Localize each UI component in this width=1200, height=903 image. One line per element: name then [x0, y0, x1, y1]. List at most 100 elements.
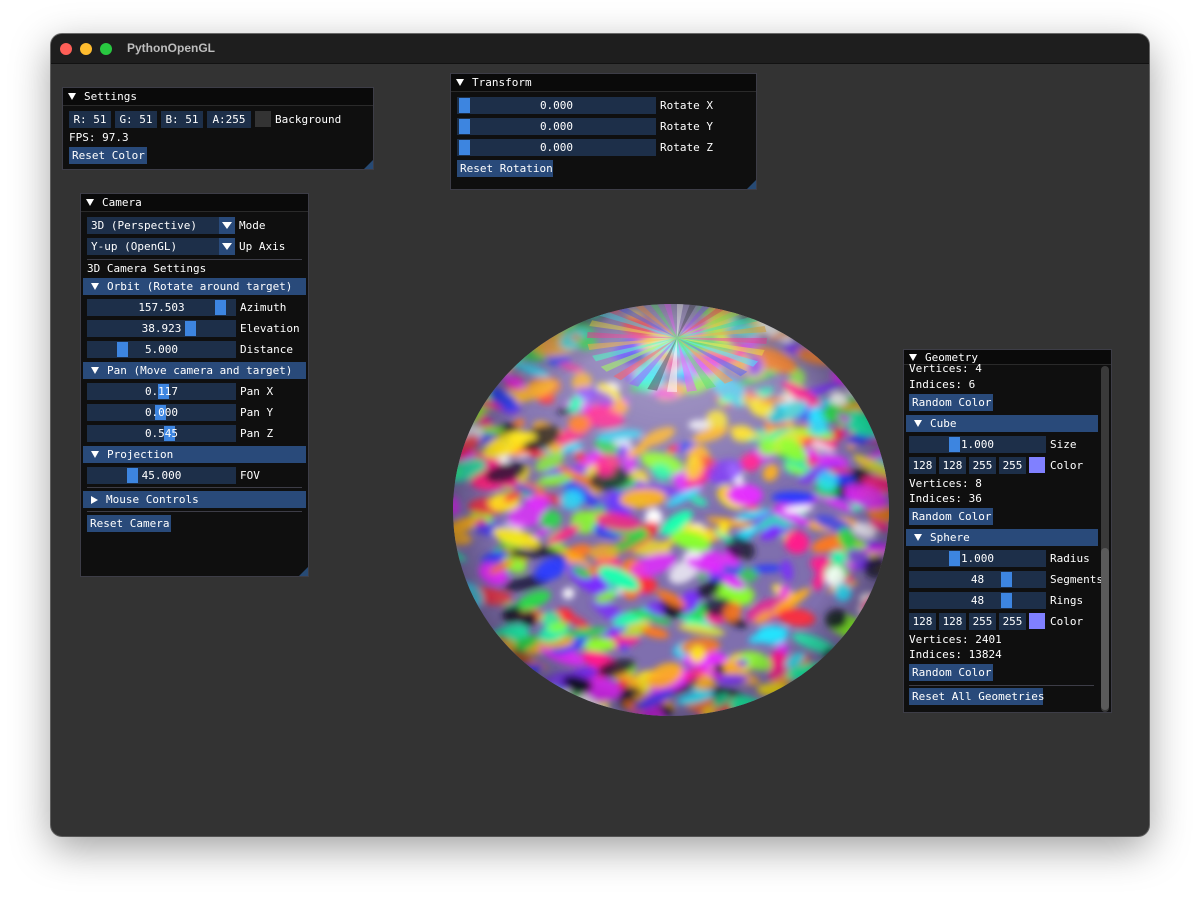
sphere-indices-count: Indices: 13824: [909, 648, 1002, 661]
slider-grab[interactable]: [459, 98, 470, 113]
settings-titlebar[interactable]: Settings: [63, 88, 373, 106]
pan-header[interactable]: Pan (Move camera and target): [83, 362, 306, 379]
camera-titlebar[interactable]: Camera: [81, 194, 308, 212]
mode-combo[interactable]: 3D (Perspective): [87, 217, 235, 234]
cube-color-g-field[interactable]: 128: [939, 457, 966, 474]
camera-settings-label: 3D Camera Settings: [87, 262, 207, 275]
top-vertices-count: Vertices: 4: [909, 362, 982, 375]
settings-panel: Settings R: 51 G: 51 B: 51 A:255 Backgro…: [62, 87, 374, 170]
mouse-controls-header[interactable]: Mouse Controls: [83, 491, 306, 508]
orbit-header[interactable]: Orbit (Rotate around target): [83, 278, 306, 295]
rotate-y-slider[interactable]: 0.000: [457, 118, 656, 135]
zoom-button[interactable]: [100, 43, 112, 55]
slider-grab[interactable]: [949, 437, 960, 452]
slider-grab[interactable]: [215, 300, 226, 315]
separator: [87, 487, 302, 488]
rotate-x-slider[interactable]: 0.000: [457, 97, 656, 114]
collapse-arrow-icon[interactable]: [456, 79, 464, 86]
reset-camera-button[interactable]: Reset Camera: [87, 515, 171, 532]
projection-header-label: Projection: [107, 448, 174, 461]
slider-grab[interactable]: [1001, 593, 1012, 608]
separator: [909, 685, 1094, 686]
sphere-header[interactable]: Sphere: [906, 529, 1098, 546]
slider-value: 48: [970, 573, 985, 586]
slider-grab[interactable]: [117, 342, 128, 357]
slider-grab[interactable]: [949, 551, 960, 566]
close-button[interactable]: [60, 43, 72, 55]
slider-value: 1.000: [960, 438, 995, 451]
camera-title: Camera: [102, 196, 142, 209]
reset-all-geometries-button[interactable]: Reset All Geometries: [909, 688, 1044, 705]
slider-grab[interactable]: [1001, 572, 1012, 587]
bg-g-field[interactable]: G: 51: [115, 111, 157, 128]
transform-titlebar[interactable]: Transform: [451, 74, 756, 92]
sphere-color-r-field[interactable]: 128: [909, 613, 936, 630]
mouse-controls-header-label: Mouse Controls: [106, 493, 199, 506]
chevron-down-icon[interactable]: [219, 217, 235, 234]
slider-value: 5.000: [144, 343, 179, 356]
cube-color-a-field[interactable]: 255: [999, 457, 1026, 474]
gl-viewport[interactable]: Settings R: 51 G: 51 B: 51 A:255 Backgro…: [51, 63, 1149, 836]
pan-y-slider[interactable]: 0.000: [87, 404, 236, 421]
distance-slider[interactable]: 5.000: [87, 341, 236, 358]
mode-combo-value: 3D (Perspective): [91, 219, 197, 232]
resize-grip-icon[interactable]: [747, 180, 756, 189]
sphere-render[interactable]: [451, 302, 891, 718]
chevron-down-icon[interactable]: [219, 238, 235, 255]
slider-grab[interactable]: [185, 321, 196, 336]
sphere-radius-slider[interactable]: 1.000: [909, 550, 1046, 567]
elevation-slider[interactable]: 38.923: [87, 320, 236, 337]
slider-value: 0.000: [144, 406, 179, 419]
sphere-color-a-field[interactable]: 255: [999, 613, 1026, 630]
pan-z-slider[interactable]: 0.545: [87, 425, 236, 442]
cube-header[interactable]: Cube: [906, 415, 1098, 432]
rotate-z-slider[interactable]: 0.000: [457, 139, 656, 156]
sphere-segments-slider[interactable]: 48: [909, 571, 1046, 588]
bg-b-field[interactable]: B: 51: [161, 111, 203, 128]
cube-color-swatch[interactable]: [1029, 457, 1045, 473]
pan-x-label: Pan X: [240, 385, 274, 398]
sphere-color-g-field[interactable]: 128: [939, 613, 966, 630]
distance-label: Distance: [240, 343, 293, 356]
bg-a-field[interactable]: A:255: [207, 111, 251, 128]
azimuth-slider[interactable]: 157.503: [87, 299, 236, 316]
slider-grab[interactable]: [459, 119, 470, 134]
background-color-swatch[interactable]: [255, 111, 271, 127]
random-color-button[interactable]: Random Color: [909, 394, 993, 411]
collapse-arrow-icon: [91, 367, 99, 374]
sphere-random-color-button[interactable]: Random Color: [909, 664, 993, 681]
sphere-color-swatch[interactable]: [1029, 613, 1045, 629]
geometry-panel: Geometry Vertices: 4 Indices: 6 Random C…: [903, 349, 1112, 713]
minimize-button[interactable]: [80, 43, 92, 55]
collapse-arrow-icon[interactable]: [68, 93, 76, 100]
slider-grab[interactable]: [127, 468, 138, 483]
top-indices-count: Indices: 6: [909, 378, 976, 391]
up-axis-combo[interactable]: Y-up (OpenGL): [87, 238, 235, 255]
sphere-radius-label: Radius: [1050, 552, 1090, 565]
pan-z-label: Pan Z: [240, 427, 274, 440]
projection-header[interactable]: Projection: [83, 446, 306, 463]
reset-color-button[interactable]: Reset Color: [69, 147, 147, 164]
sphere-segments-label: Segments: [1050, 573, 1103, 586]
resize-grip-icon[interactable]: [364, 160, 373, 169]
cube-color-r-field[interactable]: 128: [909, 457, 936, 474]
cube-color-b-field[interactable]: 255: [969, 457, 996, 474]
collapse-arrow-icon[interactable]: [86, 199, 94, 206]
sphere-color-b-field[interactable]: 255: [969, 613, 996, 630]
geometry-scrollbar[interactable]: [1101, 366, 1109, 712]
pan-x-slider[interactable]: 0.117: [87, 383, 236, 400]
resize-grip-icon[interactable]: [299, 567, 308, 576]
cube-header-label: Cube: [930, 417, 957, 430]
reset-rotation-button[interactable]: Reset Rotation: [457, 160, 553, 177]
slider-grab[interactable]: [459, 140, 470, 155]
slider-value: 48: [970, 594, 985, 607]
bg-r-field[interactable]: R: 51: [69, 111, 111, 128]
cube-size-slider[interactable]: 1.000: [909, 436, 1046, 453]
sphere-rings-slider[interactable]: 48: [909, 592, 1046, 609]
expand-arrow-icon: [91, 495, 98, 504]
cube-random-color-button[interactable]: Random Color: [909, 508, 993, 525]
scrollbar-thumb[interactable]: [1101, 548, 1109, 710]
elevation-label: Elevation: [240, 322, 300, 335]
fov-slider[interactable]: 45.000: [87, 467, 236, 484]
fov-label: FOV: [240, 469, 260, 482]
